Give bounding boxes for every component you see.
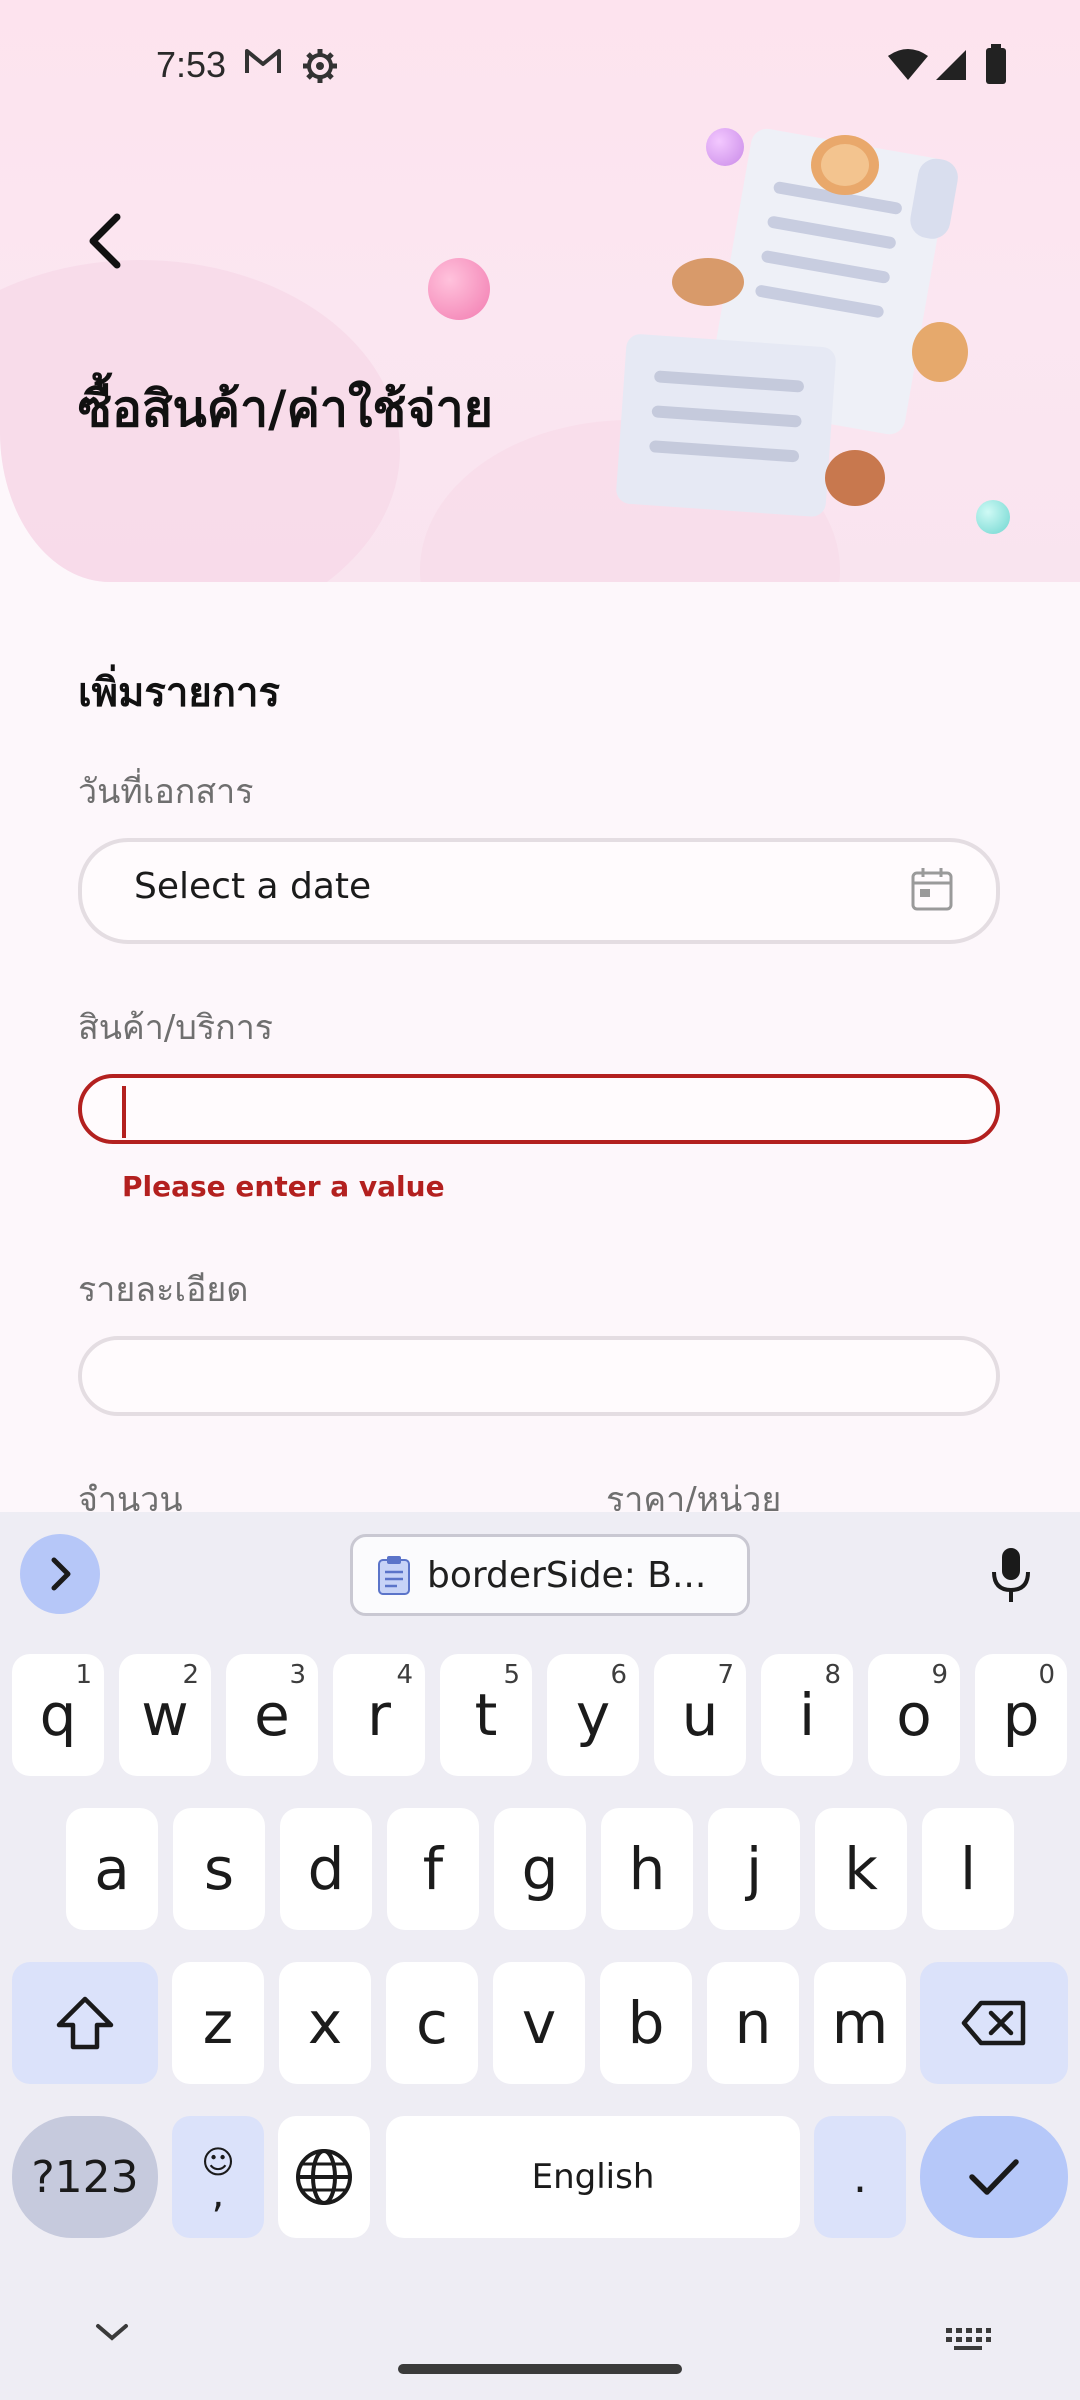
- detail-label: รายละเอียด: [78, 1270, 249, 1310]
- status-bar: 7:53: [0, 0, 1080, 120]
- key-label: q: [39, 1681, 77, 1749]
- key-number-hint: 8: [824, 1660, 841, 1690]
- text-caret: [122, 1086, 126, 1138]
- page-title: ซื้อสินค้า/ค่าใช้จ่าย: [78, 380, 493, 438]
- key-v[interactable]: v: [493, 1962, 585, 2084]
- period-key[interactable]: .: [814, 2116, 906, 2238]
- cell-signal-icon: [936, 50, 966, 80]
- backspace-key[interactable]: [920, 1962, 1068, 2084]
- key-c[interactable]: c: [386, 1962, 478, 2084]
- chevron-right-icon: [51, 1557, 71, 1591]
- key-number-hint: 3: [289, 1660, 306, 1690]
- key-o[interactable]: o9: [868, 1654, 960, 1776]
- doc-date-label: วันที่เอกสาร: [78, 772, 254, 812]
- key-d[interactable]: d: [280, 1808, 372, 1930]
- status-time: 7:53: [156, 44, 227, 85]
- key-number-hint: 6: [610, 1660, 627, 1690]
- receipt-illustration: [616, 128, 968, 517]
- key-l[interactable]: l: [922, 1808, 1014, 1930]
- keyboard-expand-button[interactable]: [20, 1534, 100, 1614]
- product-label: สินค้า/บริการ: [78, 1008, 274, 1048]
- key-label: e: [254, 1681, 290, 1749]
- header-banner: 7:53 ซื้อสินค้า/ค่าใช้จ่าย: [0, 0, 1080, 582]
- shift-icon: [56, 1996, 114, 2050]
- section-title: เพิ่มรายการ: [78, 670, 280, 716]
- key-n[interactable]: n: [707, 1962, 799, 2084]
- key-y[interactable]: y6: [547, 1654, 639, 1776]
- microphone-icon[interactable]: [990, 1546, 1032, 1604]
- key-number-hint: 0: [1038, 1660, 1055, 1690]
- decor-ball-pink: [428, 258, 490, 320]
- product-error-message: Please enter a value: [122, 1170, 445, 1203]
- key-number-hint: 4: [396, 1660, 413, 1690]
- key-r[interactable]: r4: [333, 1654, 425, 1776]
- key-number-hint: 2: [182, 1660, 199, 1690]
- key-label: i: [798, 1681, 816, 1749]
- clipboard-icon: [378, 1556, 410, 1595]
- doc-date-field[interactable]: Select a date: [78, 838, 1000, 944]
- key-z[interactable]: z: [172, 1962, 264, 2084]
- key-number-hint: 1: [75, 1660, 92, 1690]
- enter-key[interactable]: [920, 2116, 1068, 2238]
- key-label: r: [367, 1681, 391, 1749]
- gmail-icon: [245, 49, 281, 73]
- chevron-left-icon: [89, 213, 121, 269]
- key-number-hint: 9: [931, 1660, 948, 1690]
- space-key[interactable]: English: [386, 2116, 800, 2238]
- battery-icon: [986, 44, 1006, 84]
- key-label: o: [896, 1681, 932, 1749]
- emoji-comma-key[interactable]: ☺ ,: [172, 2116, 264, 2238]
- key-h[interactable]: h: [601, 1808, 693, 1930]
- checkmark-icon: [969, 2159, 1019, 2195]
- key-number-hint: 5: [503, 1660, 520, 1690]
- key-f[interactable]: f: [387, 1808, 479, 1930]
- key-w[interactable]: w2: [119, 1654, 211, 1776]
- detail-input[interactable]: [78, 1336, 1000, 1416]
- symbols-key[interactable]: ?123: [12, 2116, 158, 2238]
- comma-label: ,: [211, 2171, 225, 2217]
- key-a[interactable]: a: [66, 1808, 158, 1930]
- key-number-hint: 7: [717, 1660, 734, 1690]
- key-label: t: [474, 1681, 498, 1749]
- calendar-icon: [911, 868, 953, 911]
- keyboard-switcher-icon[interactable]: [944, 2326, 992, 2352]
- clipboard-suggestion-chip[interactable]: borderSide: B...: [350, 1534, 750, 1616]
- doc-date-placeholder: Select a date: [134, 866, 372, 907]
- key-label: u: [681, 1681, 719, 1749]
- key-e[interactable]: e3: [226, 1654, 318, 1776]
- key-u[interactable]: u7: [654, 1654, 746, 1776]
- key-p[interactable]: p0: [975, 1654, 1067, 1776]
- backspace-icon: [961, 2000, 1026, 2046]
- key-s[interactable]: s: [173, 1808, 265, 1930]
- key-label: y: [575, 1681, 611, 1749]
- back-button[interactable]: [72, 208, 138, 274]
- soft-keyboard: borderSide: B... q1w2e3r4t5y6u7i8o9p0 as…: [0, 1512, 1080, 2400]
- keyboard-hide-chevron-icon[interactable]: [92, 2320, 132, 2344]
- key-k[interactable]: k: [815, 1808, 907, 1930]
- settings-icon: [303, 49, 337, 83]
- shift-key[interactable]: [12, 1962, 158, 2084]
- key-m[interactable]: m: [814, 1962, 906, 2084]
- key-x[interactable]: x: [279, 1962, 371, 2084]
- product-input[interactable]: [78, 1074, 1000, 1144]
- key-b[interactable]: b: [600, 1962, 692, 2084]
- language-key[interactable]: [278, 2116, 370, 2238]
- keyboard-toolbar: borderSide: B...: [0, 1512, 1080, 1632]
- globe-icon: [296, 2149, 352, 2205]
- key-g[interactable]: g: [494, 1808, 586, 1930]
- key-i[interactable]: i8: [761, 1654, 853, 1776]
- clipboard-text: borderSide: B...: [427, 1554, 707, 1596]
- key-t[interactable]: t5: [440, 1654, 532, 1776]
- wifi-icon: [888, 49, 928, 80]
- key-label: p: [1002, 1681, 1040, 1749]
- key-q[interactable]: q1: [12, 1654, 104, 1776]
- home-indicator[interactable]: [398, 2364, 682, 2374]
- key-j[interactable]: j: [708, 1808, 800, 1930]
- key-label: w: [141, 1681, 189, 1749]
